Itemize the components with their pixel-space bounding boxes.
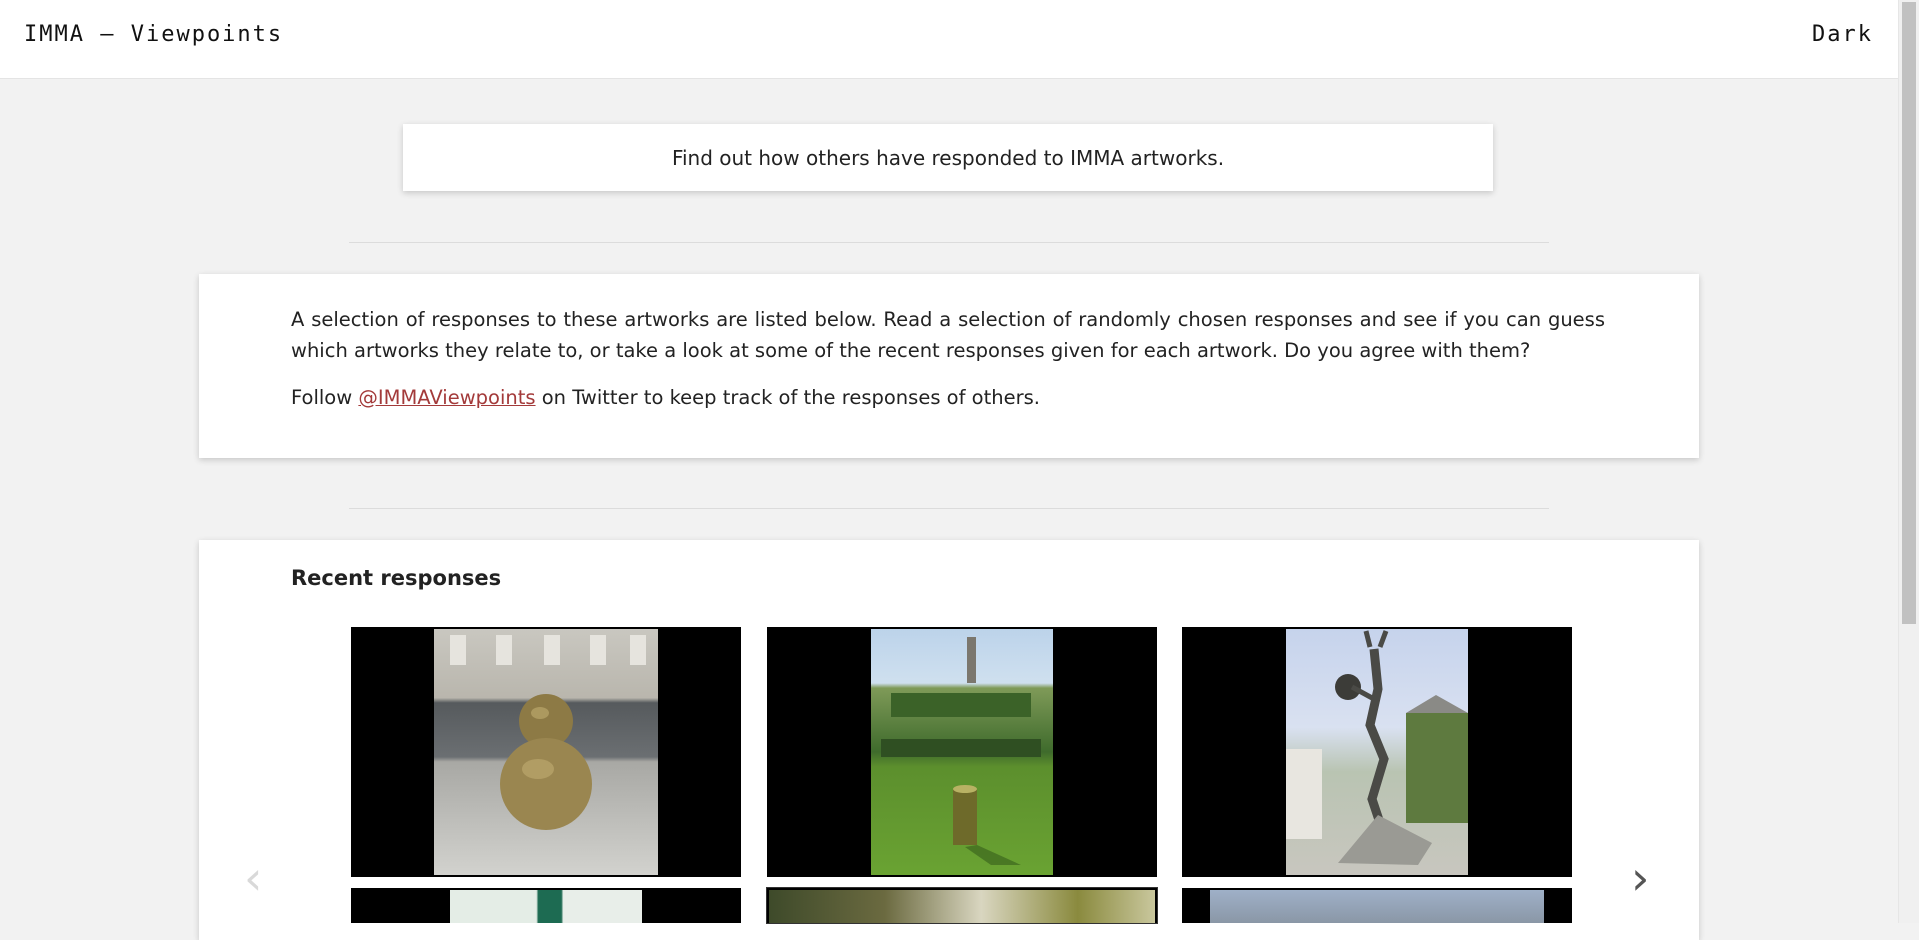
artwork-thumbnail-landscape[interactable] [1182,888,1572,923]
landscape-photo [1210,890,1544,923]
page-scrollbar[interactable] [1898,0,1919,923]
hare-photo [1286,629,1468,875]
artwork-thumbnail-garden-cylinder[interactable] [767,627,1157,877]
artwork-thumbnail-hare-sculpture[interactable] [1182,627,1572,877]
dark-mode-toggle[interactable]: Dark [1812,22,1873,47]
sphere-sculpture-illustration [450,635,646,830]
info-paragraph: A selection of responses to these artwor… [291,308,1605,362]
artwork-thumbnail-trees[interactable] [766,887,1158,924]
artwork-thumbnail-green-sculpture[interactable] [351,888,741,923]
hare-sculpture-illustration [1286,630,1468,865]
trees-photo [769,890,1155,923]
sculpture-photo [434,629,658,875]
intro-text: Find out how others have responded to IM… [671,145,1225,170]
garden-photo [871,629,1053,875]
follow-line: Follow @IMMAViewpoints on Twitter to kee… [291,382,1040,413]
scrollbar-thumb[interactable] [1902,2,1916,624]
info-card: A selection of responses to these artwor… [199,274,1699,458]
recent-responses-heading: Recent responses [291,566,502,590]
twitter-link[interactable]: @IMMAViewpoints [358,386,535,409]
site-title[interactable]: IMMA – Viewpoints [24,22,283,47]
follow-suffix: on Twitter to keep track of the response… [541,386,1040,409]
garden-cylinder-illustration [881,637,1041,865]
carousel-next-arrow[interactable]: › [1631,855,1649,901]
artwork-thumbnail-sphere-sculpture[interactable] [351,627,741,877]
divider [349,508,1549,509]
intro-card: Find out how others have responded to IM… [403,124,1493,191]
divider [349,242,1549,243]
carousel-prev-arrow[interactable]: ‹ [244,855,262,901]
follow-prefix: Follow [291,386,353,409]
green-sculpture-photo [450,890,642,923]
top-bar: IMMA – Viewpoints Dark [0,0,1899,79]
